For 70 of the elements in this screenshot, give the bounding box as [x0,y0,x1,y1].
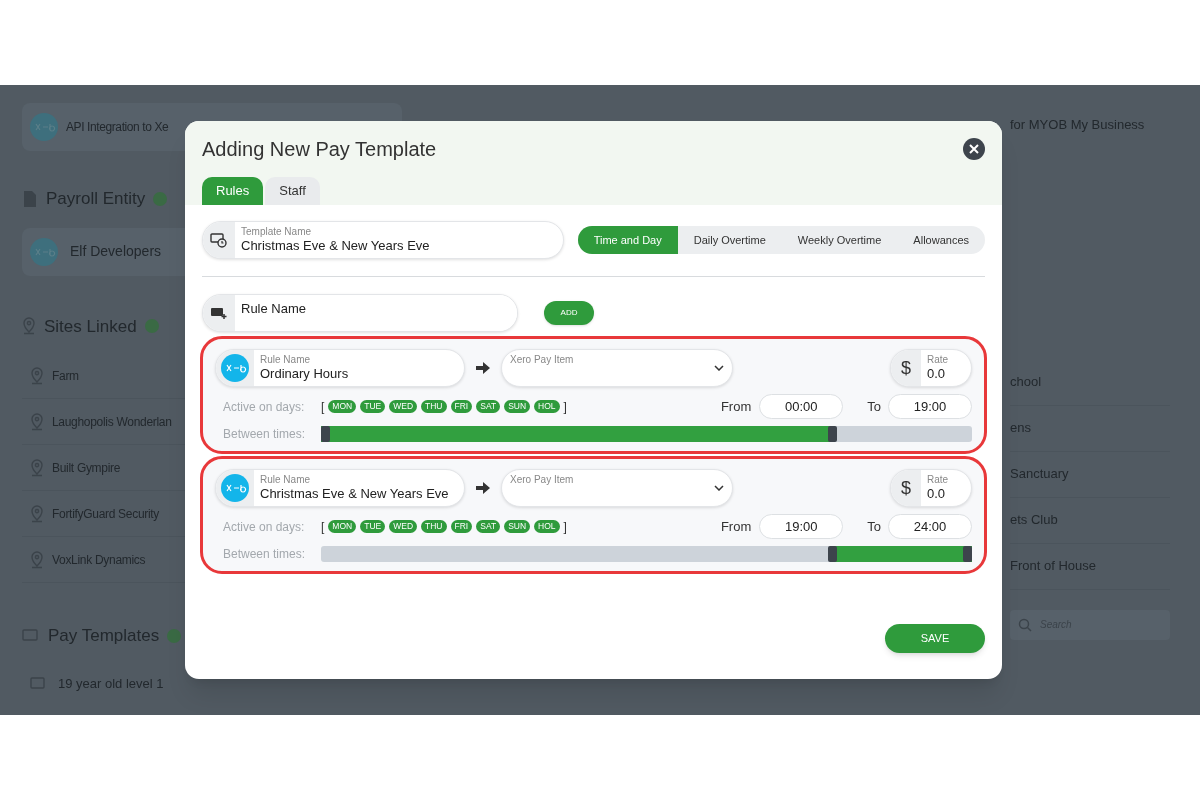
times-label: Between times: [223,546,307,563]
pay-item-dropdown[interactable]: Xero Pay Item [501,349,733,387]
rule-name-input[interactable]: Rule Name [235,295,517,331]
bracket: ] [563,398,567,416]
dialog-tab[interactable]: Rules [202,177,264,205]
bracket: ] [563,518,567,536]
logo-icon [30,237,58,266]
day-chip[interactable]: SAT [476,520,501,533]
rule-type-tab[interactable]: Weekly Overtime [781,226,898,254]
day-chip[interactable]: MON [328,520,357,533]
pay-item-dropdown[interactable]: Xero Pay Item [501,469,733,507]
search-icon [1018,617,1032,632]
add-button[interactable]: ADD [544,301,594,325]
range-handle[interactable] [828,546,838,562]
from-time-field[interactable]: 00:00 [759,394,844,419]
arrow-right-icon [476,482,490,494]
range-handle[interactable] [321,426,330,442]
logo-icon [30,113,58,141]
to-label: To [867,517,881,536]
location-pin-icon [22,317,36,336]
dialog-title: Adding New Pay Template [202,137,437,162]
money-add-icon [210,306,228,320]
rule-type-tab[interactable]: Allowances [897,226,985,254]
day-chip[interactable]: SAT [476,400,501,413]
to-time-field[interactable]: 24:00 [888,514,972,539]
bracket: [ [321,518,325,536]
days-label: Active on days: [223,398,306,416]
template-icon [30,676,46,691]
dialog-tab[interactable]: Staff [265,177,320,205]
day-chip[interactable]: THU [421,520,447,533]
days-label: Active on days: [223,518,306,536]
day-chip[interactable]: WED [389,400,418,413]
rule-name-field[interactable]: Rule Name [202,294,518,332]
day-chip[interactable]: WED [389,520,418,533]
day-chip[interactable]: MON [328,400,357,413]
from-label: From [720,517,752,536]
integration-text: API Integration to Xe [66,119,169,136]
rule-type-tab[interactable]: Time and Day [577,226,678,254]
arrow-right-icon [476,362,490,374]
location-pin-icon [30,366,44,385]
day-chip[interactable]: FRI [450,400,473,413]
save-button[interactable]: SAVE [885,624,985,653]
from-time-field[interactable]: 19:00 [759,514,844,539]
entity-name: Elf Developers [70,242,162,261]
day-chip[interactable]: FRI [450,520,473,533]
from-label: From [720,397,752,416]
rule-type-tab[interactable]: Daily Overtime [677,226,782,254]
document-icon [22,189,38,208]
day-chip[interactable]: SUN [504,400,531,413]
times-label: Between times: [223,426,307,443]
day-chip[interactable]: TUE [360,520,386,533]
day-chip[interactable]: TUE [360,400,386,413]
chevron-down-icon [714,365,724,371]
day-chip[interactable]: HOL [534,520,560,533]
day-chip[interactable]: HOL [534,400,560,413]
location-pin-icon [30,504,44,523]
location-pin-icon [30,550,44,569]
range-handle[interactable] [963,546,972,562]
range-handle[interactable] [828,426,838,442]
to-label: To [867,397,881,416]
bracket: [ [321,398,325,416]
location-pin-icon [30,458,44,477]
close-icon [969,144,979,154]
day-chip[interactable]: THU [421,400,447,413]
close-button[interactable] [963,138,985,160]
chevron-down-icon [714,485,724,491]
location-pin-icon [30,412,44,431]
to-time-field[interactable]: 19:00 [888,394,972,419]
day-chip[interactable]: SUN [504,520,531,533]
template-icon [22,627,40,644]
